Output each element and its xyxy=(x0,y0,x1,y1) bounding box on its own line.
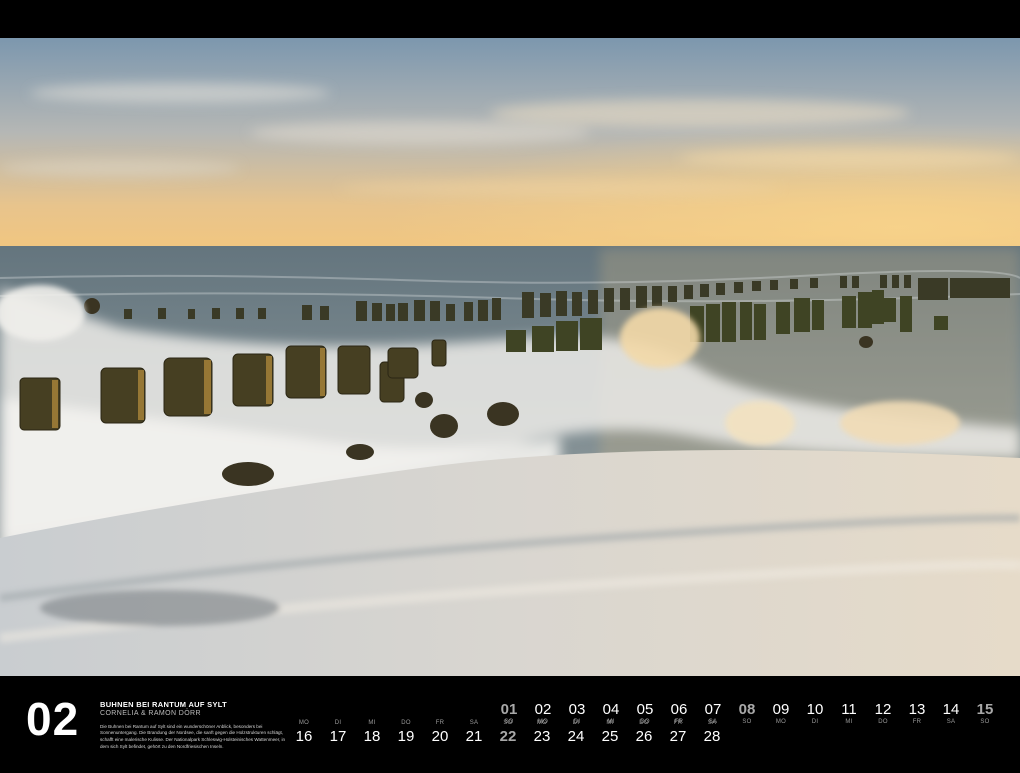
day-number: 03 xyxy=(568,701,586,718)
calendar-day: 13 FR xyxy=(902,702,932,725)
day-number: 23 xyxy=(533,728,551,745)
weekday-label: SA xyxy=(946,719,956,725)
day-number: 11 xyxy=(841,701,857,718)
weekday-label: FR xyxy=(912,719,922,725)
weekday-label: FR xyxy=(435,720,445,726)
calendar-day: 09 MO xyxy=(766,702,796,725)
weekday-label: DI xyxy=(334,720,342,726)
day-number: 21 xyxy=(465,728,483,745)
calendar-day: MI 25 xyxy=(595,720,625,744)
day-number: 25 xyxy=(601,728,619,745)
caption-author: CORNELIA & RAMON DÖRR xyxy=(100,710,201,718)
day-number: 16 xyxy=(295,728,313,745)
weekday-label: MO xyxy=(536,720,548,726)
day-number: 12 xyxy=(874,701,892,718)
calendar-day: SA 28 xyxy=(697,720,727,744)
weekday-label: DI xyxy=(811,719,819,725)
day-number: 13 xyxy=(908,701,926,718)
day-number: 19 xyxy=(397,728,415,745)
weekday-label: DO xyxy=(401,720,411,726)
photo-caption: BUHNEN BEI RANTUM AUF SYLT CORNELIA & RA… xyxy=(100,700,288,750)
day-number: 22 xyxy=(499,728,517,745)
weekday-label: DO xyxy=(878,719,888,725)
weekday-label: SA xyxy=(707,720,717,726)
weekday-label: SO xyxy=(742,719,752,725)
calendar-day: DO 26 xyxy=(629,720,659,744)
calendar-day: SA 21 xyxy=(459,720,489,744)
day-number: 17 xyxy=(329,728,347,745)
calendar-photo xyxy=(0,38,1020,676)
weekday-label: FR xyxy=(673,720,683,726)
calendar-day: 12 DO xyxy=(868,702,898,725)
weekday-label: MI xyxy=(606,720,614,726)
calendar-day: MO 16 xyxy=(289,720,319,744)
weekday-label: DI xyxy=(572,720,580,726)
weekday-label: SA xyxy=(469,720,479,726)
weekday-label: MO xyxy=(298,720,310,726)
calendar-day: MI 18 xyxy=(357,720,387,744)
weekday-label: MI xyxy=(845,719,853,725)
calendar-day: 14 SA xyxy=(936,702,966,725)
calendar-day: DI 17 xyxy=(323,720,353,744)
day-number: 07 xyxy=(704,701,722,718)
day-number: 04 xyxy=(602,701,620,718)
day-number: 28 xyxy=(703,728,721,745)
caption-title: BUHNEN BEI RANTUM AUF SYLT xyxy=(100,700,227,709)
calendar-day: 15 SO xyxy=(970,702,1000,725)
day-number: 18 xyxy=(363,728,381,745)
calendar-day: SO 22 xyxy=(493,720,523,744)
calendar-day: 08 SO xyxy=(732,702,762,725)
day-number: 15 xyxy=(976,701,994,718)
calendar-day: DO 19 xyxy=(391,720,421,744)
weekday-label: DO xyxy=(639,720,649,726)
calendar-day: MO 23 xyxy=(527,720,557,744)
day-number: 10 xyxy=(806,701,824,718)
calendar-day: FR 20 xyxy=(425,720,455,744)
day-number: 06 xyxy=(670,701,688,718)
calendar-day: 11 MI xyxy=(834,702,864,725)
weekday-label: SO xyxy=(980,719,990,725)
day-number: 08 xyxy=(738,701,756,718)
day-number: 05 xyxy=(636,701,654,718)
calendar-day: FR 27 xyxy=(663,720,693,744)
month-number: 02 xyxy=(26,693,80,745)
day-number: 24 xyxy=(567,728,585,745)
day-number: 26 xyxy=(635,728,653,745)
day-number: 27 xyxy=(669,728,687,745)
day-number: 01 xyxy=(500,701,518,718)
caption-description: Die Buhnen bei Rantum auf Sylt sind ein … xyxy=(100,723,286,749)
weekday-label: SO xyxy=(503,720,513,726)
calendar-day: DI 24 xyxy=(561,720,591,744)
calendar-day: 10 DI xyxy=(800,702,830,725)
day-number: 20 xyxy=(431,728,449,745)
day-number: 09 xyxy=(772,701,790,718)
weekday-label: MI xyxy=(368,720,376,726)
day-number: 02 xyxy=(534,701,552,718)
top-black-border xyxy=(0,0,1020,38)
weekday-label: MO xyxy=(775,719,787,725)
day-number: 14 xyxy=(942,701,960,718)
